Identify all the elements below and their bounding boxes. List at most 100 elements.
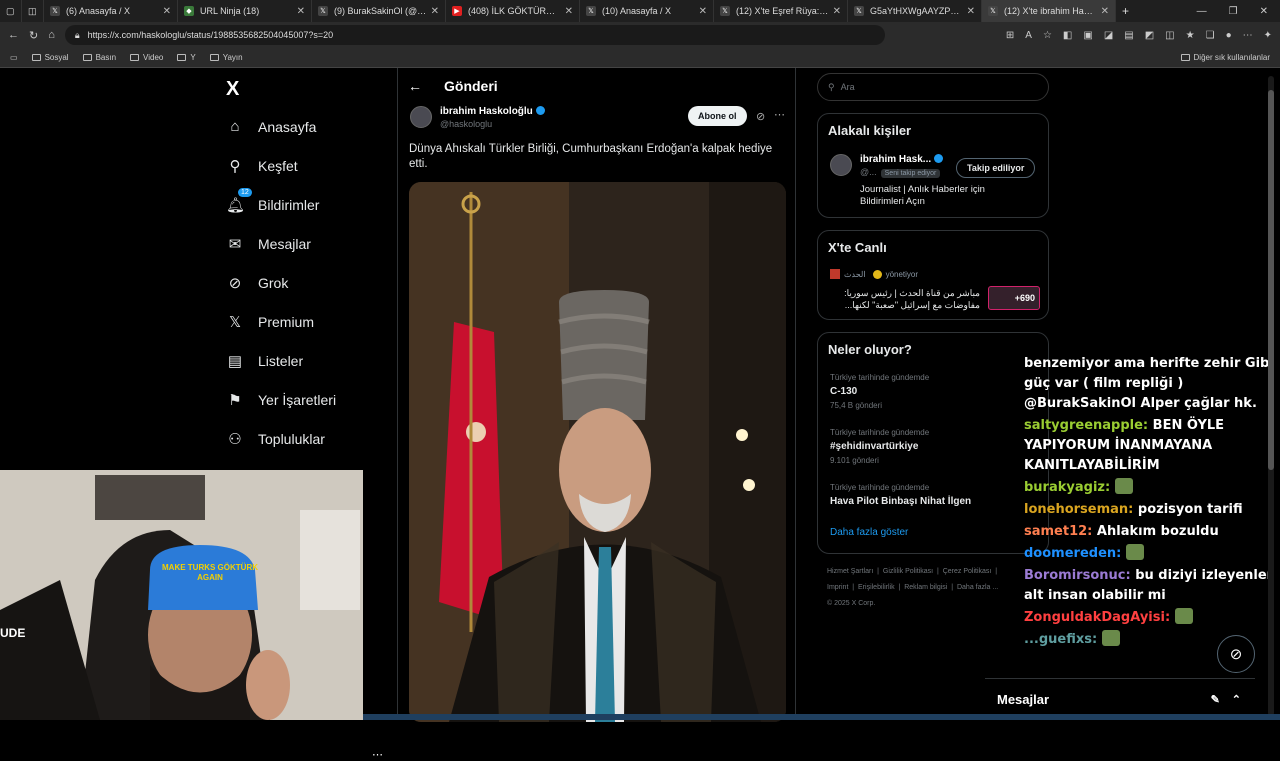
- folder-icon: [31, 54, 41, 61]
- back-icon[interactable]: ←: [8, 29, 19, 41]
- footer-link[interactable]: Gizlilik Politikası: [883, 568, 933, 575]
- search-input[interactable]: ⚲ Ara: [817, 73, 1049, 101]
- youtube-icon: ▶: [452, 6, 462, 16]
- close-icon[interactable]: ✕: [1101, 6, 1109, 17]
- x-logo[interactable]: X: [226, 78, 239, 101]
- browser-tab-active[interactable]: 𝕏(12) X'te ibrahim Haskoloğ✕: [982, 0, 1116, 22]
- subscribe-button[interactable]: Abone ol: [688, 106, 747, 126]
- sidebar-item-premium[interactable]: 𝕏 Premium: [226, 313, 314, 331]
- browser-tab[interactable]: 𝕏 (10) Anasayfa / X ✕: [580, 0, 714, 22]
- chat-message: saltygreenapple: BEN ÖYLE YAPIYORUM İNAN…: [1024, 416, 1274, 476]
- url-field[interactable]: 🔒︎ https://x.com/haskologlu/status/19885…: [64, 25, 885, 45]
- page-scrollbar[interactable]: [1268, 76, 1274, 716]
- new-message-icon[interactable]: ✎: [1211, 693, 1220, 706]
- follows-you-badge: Seni takip ediyor: [880, 169, 941, 178]
- sidebar-item-bookmarks[interactable]: ⚑ Yer İşaretleri: [226, 391, 336, 409]
- scrollbar-thumb[interactable]: [1268, 90, 1274, 470]
- extension-icon[interactable]: ◧: [1063, 30, 1072, 41]
- footer-link[interactable]: Daha fazla ...: [957, 584, 998, 591]
- card-title: Alakalı kişiler: [828, 123, 912, 138]
- author-name-row[interactable]: ibrahim Haskoloğlu: [440, 106, 545, 117]
- home-icon[interactable]: ⌂: [48, 29, 55, 41]
- sidebar-item-messages[interactable]: ✉ Mesajlar: [226, 235, 311, 253]
- browser-tab[interactable]: ▶(408) İLK GÖKTÜRK: Önsö✕: [446, 0, 580, 22]
- communities-icon: ⚇: [228, 431, 242, 448]
- extension-icon[interactable]: ▤: [1124, 30, 1133, 41]
- close-icon[interactable]: ✕: [431, 6, 439, 17]
- sidebar-toggle-icon[interactable]: ▢: [0, 0, 22, 22]
- post-image[interactable]: [409, 182, 786, 722]
- bookmark-folder[interactable]: Yayın: [209, 53, 243, 62]
- sidebar-item-home[interactable]: ⌂ Anasayfa: [226, 118, 316, 135]
- post-author[interactable]: ibrahim Haskoloğlu @haskologlu: [410, 106, 545, 129]
- profile-avatar[interactable]: ●: [1226, 30, 1232, 41]
- avatar[interactable]: [830, 154, 852, 176]
- more-options-icon[interactable]: ⋯: [774, 108, 785, 121]
- split-screen-icon[interactable]: ◫: [1165, 30, 1174, 41]
- close-icon[interactable]: ✕: [833, 6, 841, 17]
- close-icon[interactable]: ✕: [163, 6, 171, 17]
- footer-link[interactable]: Hizmet Şartları: [827, 568, 873, 575]
- bookmark-folder[interactable]: Video: [130, 53, 163, 62]
- expand-up-icon[interactable]: ⌃: [1232, 693, 1241, 706]
- tab-actions-icon[interactable]: ◫: [22, 0, 44, 22]
- live-listener-count[interactable]: +690: [988, 286, 1040, 310]
- live-title[interactable]: مباشر من قناة الحدث | رئيس سوريا: مفاوضا…: [830, 287, 980, 311]
- sidebar-item-notifications[interactable]: 🔔︎ 12 Bildirimler: [226, 188, 319, 214]
- sidebar-item-communities[interactable]: ⚇ Topluluklar: [226, 430, 325, 448]
- read-aloud-icon[interactable]: A: [1025, 30, 1032, 41]
- browser-tab[interactable]: 𝕏G5aYtHXWgAAYZPq (680✕: [848, 0, 982, 22]
- trend-item[interactable]: Türkiye tarihinde gündemde C-130 75,4 B …: [830, 373, 929, 410]
- copilot-icon[interactable]: ✦: [1264, 30, 1272, 41]
- footer-link[interactable]: Reklam bilgisi: [904, 584, 947, 591]
- footer-link[interactable]: Çerez Politikası: [943, 568, 992, 575]
- browser-tab[interactable]: 𝕏(9) BurakSakinOl (@burakt✕: [312, 0, 446, 22]
- close-icon[interactable]: ✕: [699, 6, 707, 17]
- chat-username: doomereden:: [1024, 546, 1122, 561]
- bookmark-folder[interactable]: Sosyal: [31, 53, 69, 62]
- following-button[interactable]: Takip ediliyor: [956, 158, 1036, 178]
- footer-link[interactable]: Imprint: [827, 584, 848, 591]
- reload-icon[interactable]: ↻: [29, 29, 38, 42]
- browser-tab[interactable]: ◆ URL Ninja (18) ✕: [178, 0, 312, 22]
- extension-icon[interactable]: ◩: [1145, 30, 1154, 41]
- sidebar-item-grok[interactable]: ⊘ Grok: [226, 274, 289, 292]
- more-icon[interactable]: ⋯: [372, 748, 383, 761]
- bookmark-apps-icon[interactable]: ▭: [10, 53, 18, 62]
- live-source[interactable]: الحدث yönetiyor: [830, 269, 918, 279]
- sidebar-item-lists[interactable]: ▤ Listeler: [226, 352, 303, 370]
- minimize-icon[interactable]: —: [1197, 6, 1207, 17]
- new-tab-button[interactable]: +: [1116, 0, 1140, 22]
- author-handle[interactable]: @haskologlu: [440, 119, 545, 129]
- bookmark-other-folder[interactable]: Diğer sık kullanılanlar: [1180, 53, 1280, 62]
- app-available-icon[interactable]: ⊞: [1006, 30, 1014, 41]
- related-user[interactable]: ibrahim Hask... @... Seni takip ediyor: [830, 154, 944, 178]
- show-more-link[interactable]: Daha fazla göster: [830, 527, 908, 538]
- avatar[interactable]: [410, 106, 432, 128]
- collections-icon[interactable]: ❏: [1206, 30, 1215, 41]
- back-arrow-icon[interactable]: ←: [408, 78, 422, 94]
- favorite-star-icon[interactable]: ☆: [1043, 30, 1052, 41]
- grok-icon[interactable]: ⊘: [756, 110, 765, 123]
- taskbar-edge: [363, 714, 1280, 720]
- close-icon[interactable]: ✕: [297, 6, 305, 17]
- sidebar-item-explore[interactable]: ⚲ Keşfet: [226, 157, 298, 175]
- browser-tab[interactable]: 𝕏(12) X'te Eşref Rüya: "Sen✕: [714, 0, 848, 22]
- more-icon[interactable]: ⋯: [1243, 30, 1253, 41]
- bookmark-folder[interactable]: Y: [177, 53, 196, 62]
- trend-item[interactable]: Türkiye tarihinde gündemde #şehidinvartü…: [830, 428, 929, 465]
- browser-toolbar-icons: ⊞ A ☆ ◧ ▣ ◪ ▤ ◩ ◫ ★ ❏ ● ⋯ ✦: [1006, 30, 1272, 41]
- bookmark-folder[interactable]: Basın: [82, 53, 116, 62]
- extension-icon[interactable]: ◪: [1104, 30, 1113, 41]
- trend-item[interactable]: Türkiye tarihinde gündemde Hava Pilot Bi…: [830, 483, 971, 507]
- restore-icon[interactable]: ❐: [1229, 6, 1238, 17]
- close-icon[interactable]: ✕: [967, 6, 975, 17]
- grok-fab-button[interactable]: ⊘: [1217, 635, 1255, 673]
- extension-icon[interactable]: ▣: [1083, 30, 1092, 41]
- favorites-icon[interactable]: ★: [1186, 30, 1195, 41]
- window-close-icon[interactable]: ✕: [1260, 6, 1268, 17]
- related-user-name-row[interactable]: ibrahim Hask...: [860, 154, 944, 165]
- browser-tab[interactable]: 𝕏 (6) Anasayfa / X ✕: [44, 0, 178, 22]
- footer-link[interactable]: Erişilebilirlik: [858, 584, 895, 591]
- close-icon[interactable]: ✕: [565, 6, 573, 17]
